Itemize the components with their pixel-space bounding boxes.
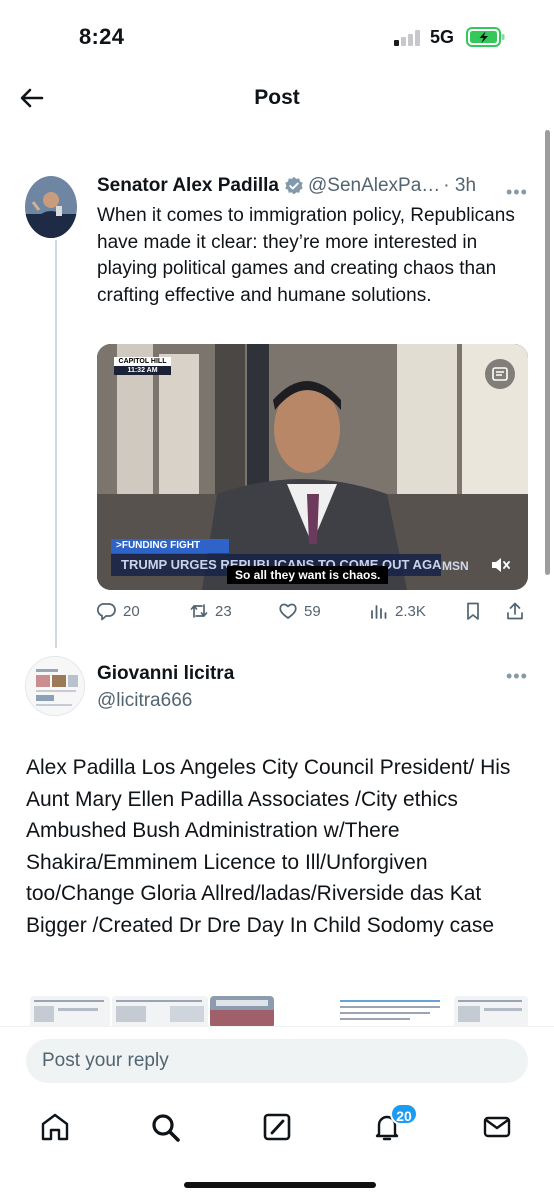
muted-speaker-icon[interactable] [489, 554, 511, 576]
thread-connector [55, 240, 57, 648]
avatar[interactable] [25, 656, 85, 716]
reply-button[interactable]: 20 [97, 601, 140, 621]
repost-icon [190, 604, 208, 618]
like-count: 59 [304, 602, 321, 620]
signal-strength-icon [394, 30, 422, 46]
post-time: · 3h [443, 175, 477, 196]
search-icon[interactable] [148, 1110, 182, 1144]
views-count: 2.3K [395, 602, 426, 620]
top-nav: Post [0, 70, 554, 126]
avatar[interactable] [25, 176, 77, 238]
post-text: When it comes to immigration policy, Rep… [97, 205, 515, 306]
status-time: 8:24 [79, 24, 125, 49]
time-tag: 11:32 AM [114, 366, 171, 375]
post-actions: 20 23 59 2.3K [97, 601, 528, 627]
reply-media-thumbnails[interactable] [0, 996, 554, 1028]
views-chart-icon [371, 605, 387, 619]
notifications-badge: 20 [390, 1103, 418, 1125]
grok-icon[interactable] [260, 1110, 294, 1144]
reply-input[interactable] [26, 1039, 528, 1083]
bookmark-button[interactable] [463, 601, 489, 621]
segment-label: >FUNDING FIGHT [111, 539, 229, 553]
author-name[interactable]: Senator Alex Padilla [97, 175, 279, 197]
share-icon [507, 602, 523, 620]
media-thumbnail[interactable] [112, 996, 208, 1028]
post-header: Senator Alex Padilla @SenAlexPa… · 3h [97, 175, 476, 197]
reply-icon [97, 603, 116, 621]
bookmark-icon [467, 602, 479, 620]
captions-icon[interactable] [485, 359, 515, 389]
scrollbar[interactable] [545, 130, 550, 575]
media-thumbnail[interactable] [336, 996, 448, 1028]
reply-composer [0, 1026, 554, 1096]
media-thumbnail[interactable] [454, 996, 528, 1028]
media-thumbnail[interactable] [210, 996, 274, 1028]
media-thumbnail[interactable] [30, 996, 110, 1028]
heart-icon [279, 603, 297, 619]
status-bar: 8:24 5G [0, 0, 554, 70]
video-caption: So all they want is chaos. [227, 566, 389, 584]
like-button[interactable]: 59 [278, 601, 321, 621]
author-name[interactable]: Giovanni licitra [97, 663, 234, 685]
more-options-icon[interactable]: ••• [506, 182, 528, 203]
post-video[interactable]: CAPITOL HILL 11:32 AM >FUNDING FIGHT TRU… [97, 344, 528, 590]
author-handle[interactable]: @licitra666 [97, 690, 192, 712]
verified-badge-icon [285, 176, 303, 195]
messages-icon[interactable] [480, 1110, 514, 1144]
repost-count: 23 [215, 602, 232, 620]
reply-text: Alex Padilla Los Angeles City Council Pr… [26, 756, 511, 937]
reply-count: 20 [123, 602, 140, 620]
home-icon[interactable] [38, 1110, 72, 1144]
more-options-icon[interactable]: ••• [506, 666, 528, 687]
page-title: Post [254, 86, 300, 109]
network-type: 5G [430, 27, 455, 47]
home-indicator [184, 1182, 376, 1188]
battery-charging-icon [466, 27, 505, 47]
views-button[interactable]: 2.3K [369, 601, 426, 621]
share-button[interactable] [505, 601, 531, 621]
repost-button[interactable]: 23 [189, 601, 232, 621]
author-handle[interactable]: @SenAlexPa… [308, 175, 440, 197]
